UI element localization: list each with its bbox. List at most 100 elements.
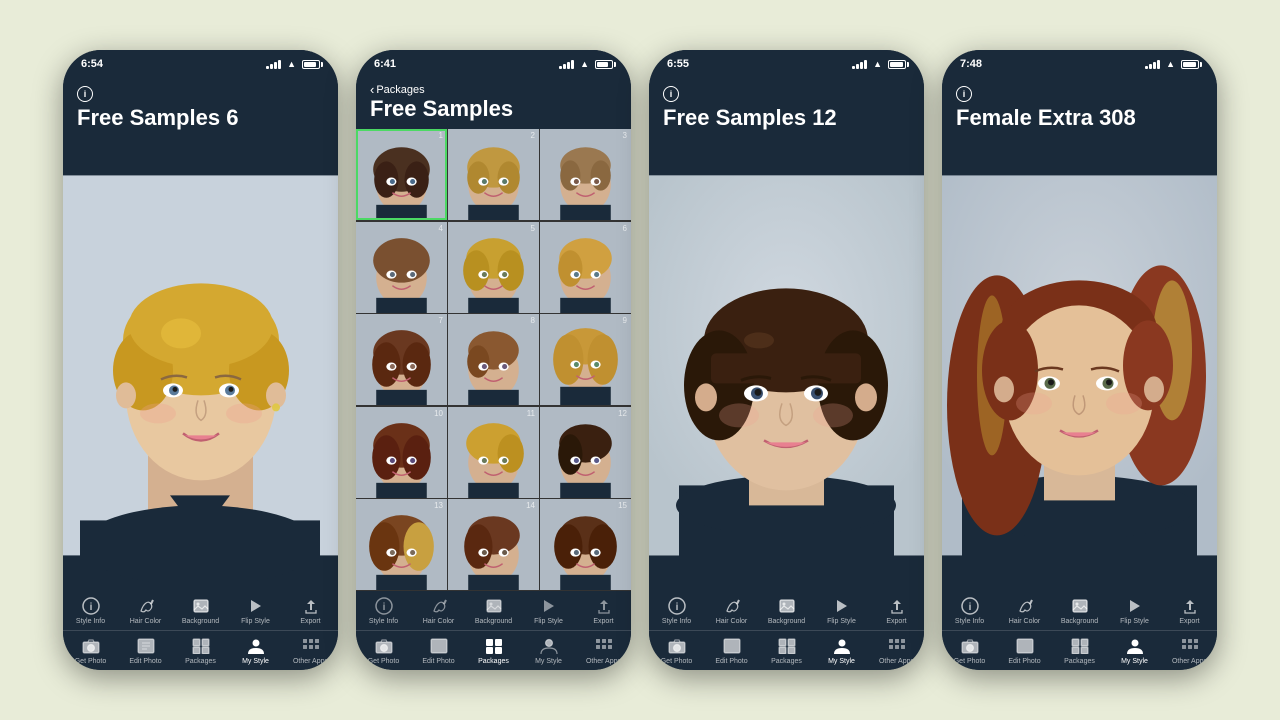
packages-icon-2 xyxy=(484,636,504,656)
flip-style-btn-2[interactable]: Flip Style xyxy=(521,591,576,630)
export-icon-4 xyxy=(1180,596,1200,616)
get-photo-btn-3[interactable]: Get Photo xyxy=(649,631,704,670)
packages-btn-1[interactable]: Packages xyxy=(173,631,228,670)
grid-cell-2[interactable]: 2 xyxy=(448,129,539,220)
my-style-label-4: My Style xyxy=(1121,658,1148,665)
grid-cell-8[interactable]: 8 xyxy=(448,314,539,405)
camera-icon-1 xyxy=(81,636,101,656)
edit-photo-btn-2[interactable]: Edit Photo xyxy=(411,631,466,670)
hair-color-btn-1[interactable]: Hair Color xyxy=(118,591,173,630)
other-apps-label-3: Other Apps xyxy=(879,658,914,665)
background-btn-3[interactable]: Background xyxy=(759,591,814,630)
back-button-2[interactable]: ‹ Packages xyxy=(370,82,617,97)
phone-3-toolbar: i Style Info Hair Color Background xyxy=(649,591,924,670)
packages-label-4: Packages xyxy=(1064,658,1095,665)
other-apps-btn-3[interactable]: Other Apps xyxy=(869,631,924,670)
export-btn-1[interactable]: Export xyxy=(283,591,338,630)
grid-cell-13[interactable]: 13 xyxy=(356,499,447,590)
edit-photo-btn-1[interactable]: Edit Photo xyxy=(118,631,173,670)
grid-cell-1[interactable]: 1 xyxy=(356,129,447,220)
style-info-icon-1: i xyxy=(81,596,101,616)
battery-4 xyxy=(1181,60,1199,69)
info-icon-3[interactable]: i xyxy=(663,86,679,102)
phone-1-content xyxy=(63,140,338,591)
background-btn-4[interactable]: Background xyxy=(1052,591,1107,630)
grid-cell-10[interactable]: 10 xyxy=(356,407,447,498)
grid-cell-14[interactable]: 14 xyxy=(448,499,539,590)
edit-photo-icon-4 xyxy=(1015,636,1035,656)
grid-cell-12[interactable]: 12 xyxy=(540,407,631,498)
grid-cell-3[interactable]: 3 xyxy=(540,129,631,220)
other-apps-btn-2[interactable]: Other Apps xyxy=(576,631,631,670)
camera-icon-4 xyxy=(960,636,980,656)
my-style-label-3: My Style xyxy=(828,658,855,665)
edit-photo-btn-4[interactable]: Edit Photo xyxy=(997,631,1052,670)
style-info-btn-1[interactable]: i Style Info xyxy=(63,591,118,630)
other-apps-btn-1[interactable]: Other Apps xyxy=(283,631,338,670)
edit-photo-btn-3[interactable]: Edit Photo xyxy=(704,631,759,670)
svg-text:i: i xyxy=(382,602,385,613)
hair-color-icon-2 xyxy=(429,596,449,616)
other-apps-label-4: Other Apps xyxy=(1172,658,1207,665)
packages-btn-3[interactable]: Packages xyxy=(759,631,814,670)
packages-btn-4[interactable]: Packages xyxy=(1052,631,1107,670)
get-photo-btn-4[interactable]: Get Photo xyxy=(942,631,997,670)
export-label-1: Export xyxy=(300,618,320,625)
edit-photo-icon-2 xyxy=(429,636,449,656)
wifi-icon-1: ▲ xyxy=(287,59,296,69)
my-style-btn-4[interactable]: My Style xyxy=(1107,631,1162,670)
time-4: 7:48 xyxy=(960,58,982,70)
status-bar-4: 7:48 ▲ xyxy=(942,50,1217,78)
style-info-btn-3[interactable]: i Style Info xyxy=(649,591,704,630)
other-apps-label-1: Other Apps xyxy=(293,658,328,665)
get-photo-btn-2[interactable]: Get Photo xyxy=(356,631,411,670)
my-style-btn-3[interactable]: My Style xyxy=(814,631,869,670)
style-info-label-2: Style Info xyxy=(369,618,398,625)
style-info-icon-4: i xyxy=(960,596,980,616)
grid-cell-5[interactable]: 5 xyxy=(448,222,539,313)
packages-icon-3 xyxy=(777,636,797,656)
grid-cell-15[interactable]: 15 xyxy=(540,499,631,590)
flip-style-btn-3[interactable]: Flip Style xyxy=(814,591,869,630)
flip-style-icon-1 xyxy=(246,596,266,616)
phone-3-header: i Free Samples 12 xyxy=(649,78,924,140)
grid-cell-11[interactable]: 11 xyxy=(448,407,539,498)
other-apps-btn-4[interactable]: Other Apps xyxy=(1162,631,1217,670)
phone-2-header: ‹ Packages Free Samples xyxy=(356,78,631,129)
phone-2-title: Free Samples xyxy=(370,97,617,121)
info-icon-1[interactable]: i xyxy=(77,86,93,102)
my-style-label-1: My Style xyxy=(242,658,269,665)
packages-btn-2[interactable]: Packages xyxy=(466,631,521,670)
background-btn-2[interactable]: Background xyxy=(466,591,521,630)
info-icon-4[interactable]: i xyxy=(956,86,972,102)
hair-color-icon-3 xyxy=(722,596,742,616)
hair-color-label-2: Hair Color xyxy=(423,618,455,625)
grid-cell-9[interactable]: 9 xyxy=(540,314,631,405)
background-btn-1[interactable]: Background xyxy=(173,591,228,630)
packages-icon-1 xyxy=(191,636,211,656)
grid-cell-6[interactable]: 6 xyxy=(540,222,631,313)
flip-style-btn-4[interactable]: Flip Style xyxy=(1107,591,1162,630)
grid-cell-7[interactable]: 7 xyxy=(356,314,447,405)
export-btn-3[interactable]: Export xyxy=(869,591,924,630)
hair-color-btn-2[interactable]: Hair Color xyxy=(411,591,466,630)
phone-3-header-top: i xyxy=(663,86,910,102)
flip-style-icon-3 xyxy=(832,596,852,616)
time-3: 6:55 xyxy=(667,58,689,70)
my-style-btn-1[interactable]: My Style xyxy=(228,631,283,670)
style-info-btn-4[interactable]: i Style Info xyxy=(942,591,997,630)
get-photo-btn-1[interactable]: Get Photo xyxy=(63,631,118,670)
get-photo-label-4: Get Photo xyxy=(954,658,986,665)
hair-color-label-1: Hair Color xyxy=(130,618,162,625)
style-info-btn-2[interactable]: i Style Info xyxy=(356,591,411,630)
status-icons-4: ▲ xyxy=(1145,59,1199,69)
flip-style-btn-1[interactable]: Flip Style xyxy=(228,591,283,630)
hair-color-btn-3[interactable]: Hair Color xyxy=(704,591,759,630)
my-style-btn-2[interactable]: My Style xyxy=(521,631,576,670)
export-btn-2[interactable]: Export xyxy=(576,591,631,630)
grid-cell-4[interactable]: 4 xyxy=(356,222,447,313)
export-btn-4[interactable]: Export xyxy=(1162,591,1217,630)
battery-1 xyxy=(302,60,320,69)
hair-color-label-4: Hair Color xyxy=(1009,618,1041,625)
hair-color-btn-4[interactable]: Hair Color xyxy=(997,591,1052,630)
